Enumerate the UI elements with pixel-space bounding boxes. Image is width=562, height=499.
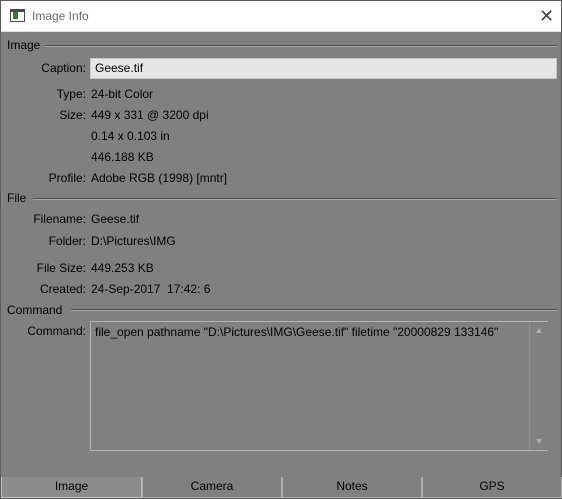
command-section-header: Command	[7, 303, 63, 317]
caption-label: Caption:	[41, 61, 86, 75]
profile-label: Profile:	[48, 171, 86, 185]
image-section-divider	[45, 45, 557, 47]
title-bar[interactable]: Image Info ✕	[1, 1, 561, 32]
size-inches-value: 0.14 x 0.103 in	[91, 129, 170, 143]
window-title: Image Info	[32, 9, 89, 23]
caption-input[interactable]: Geese.tif	[90, 58, 557, 79]
file-size-value: 449.253 KB	[91, 261, 154, 275]
image-section-header: Image	[7, 38, 41, 52]
filename-value: Geese.tif	[91, 212, 140, 226]
file-section-header: File	[7, 191, 27, 205]
tab-image[interactable]: Image	[1, 477, 142, 498]
tab-camera[interactable]: Camera	[142, 477, 282, 498]
created-label: Created:	[39, 282, 86, 296]
command-label: Command:	[27, 324, 86, 338]
size-pixels-value: 449 x 331 @ 3200 dpi	[91, 108, 209, 122]
chevron-up-icon[interactable]: ▲	[530, 322, 548, 339]
command-section-divider	[71, 309, 557, 311]
created-value: 24-Sep-2017 17:42: 6	[91, 282, 211, 296]
file-section-divider	[33, 198, 557, 200]
type-label: Type:	[56, 87, 86, 101]
command-textarea[interactable]: file_open pathname "D:\Pictures\IMG\Gees…	[90, 321, 548, 451]
profile-value: Adobe RGB (1998) [mntr]	[91, 171, 228, 185]
command-scrollbar[interactable]: ▲ ▼	[529, 322, 547, 450]
image-info-window: Image Info ✕ Image Caption: Geese.tif Ty…	[0, 0, 562, 499]
app-icon	[10, 9, 25, 22]
tab-gps[interactable]: GPS	[422, 477, 562, 498]
tab-bar: Image Camera Notes GPS	[1, 477, 562, 499]
tab-notes[interactable]: Notes	[282, 477, 422, 498]
filename-label: Filename:	[33, 212, 86, 226]
size-kb-value: 446.188 KB	[91, 150, 154, 164]
chevron-down-icon[interactable]: ▼	[530, 433, 548, 450]
close-icon[interactable]: ✕	[531, 1, 562, 32]
folder-value: D:\Pictures\IMG	[91, 234, 176, 248]
size-label: Size:	[59, 108, 86, 122]
folder-label: Folder:	[48, 234, 86, 248]
file-size-label: File Size:	[36, 261, 86, 275]
type-value: 24-bit Color	[91, 87, 154, 101]
